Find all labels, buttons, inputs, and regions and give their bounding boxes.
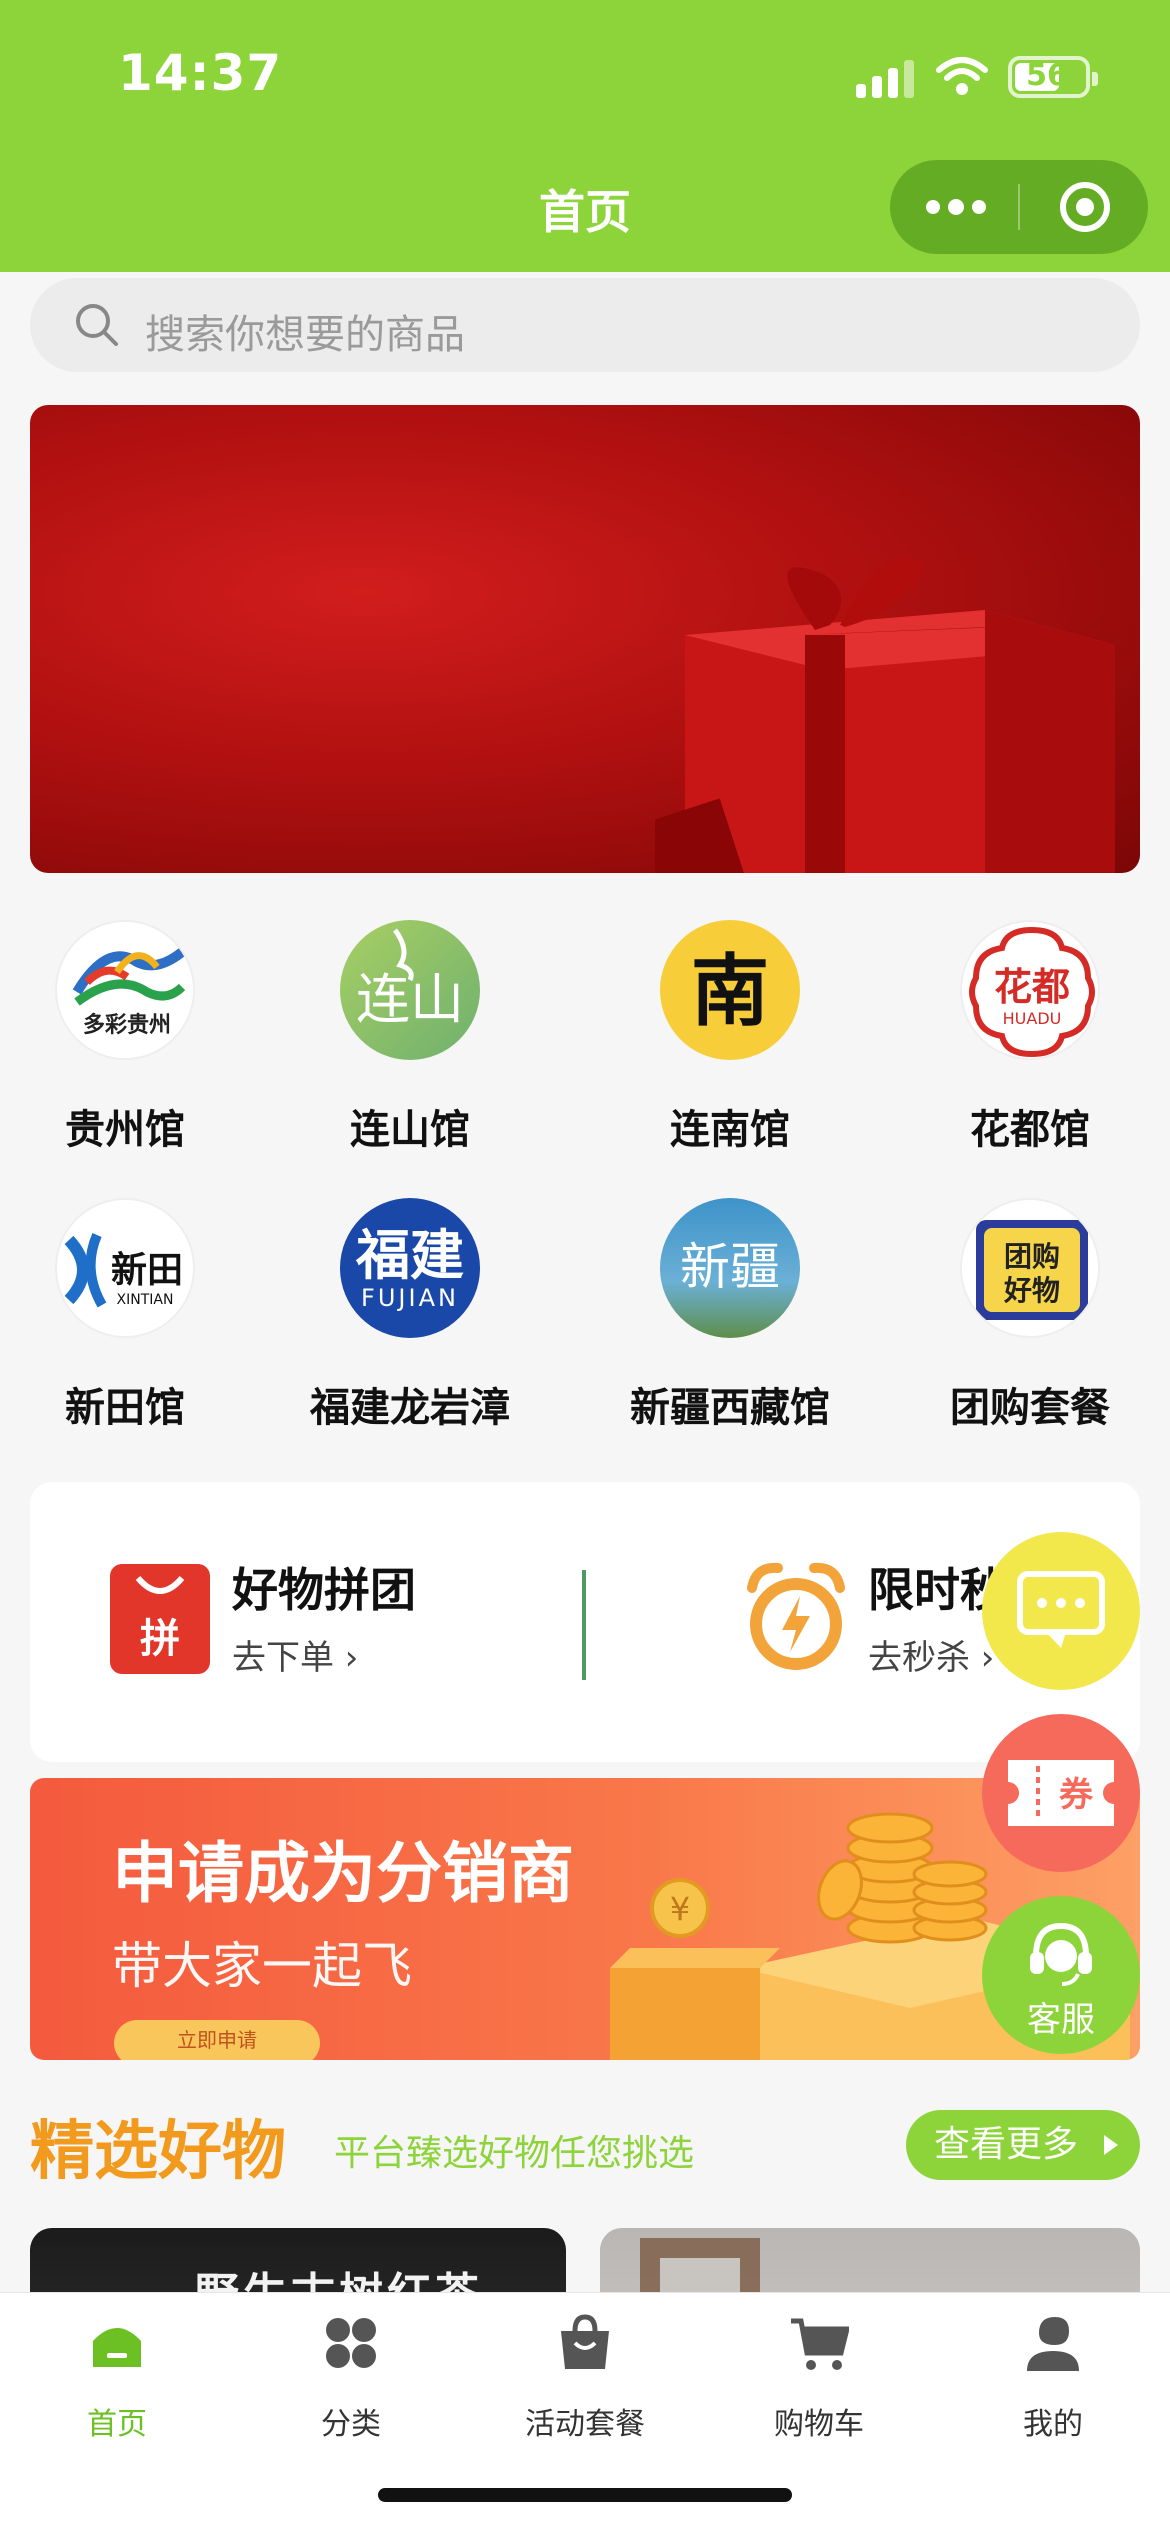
promo-banner[interactable] xyxy=(30,405,1140,873)
svg-text:HUADU: HUADU xyxy=(1003,1009,1062,1028)
battery-level: 56 xyxy=(1026,58,1068,93)
chat-button[interactable] xyxy=(982,1532,1140,1690)
alarm-clock-icon xyxy=(747,1562,845,1670)
group-buy-link[interactable]: 去下单 › xyxy=(232,1630,358,1679)
search-input[interactable]: 搜索你想要的商品 xyxy=(30,278,1140,372)
svg-text:好物: 好物 xyxy=(1003,1274,1060,1307)
category-label: 贵州馆 xyxy=(65,1107,185,1153)
status-time: 14:37 xyxy=(118,44,283,102)
tab-label: 首页 xyxy=(87,2407,147,2442)
play-arrow-icon xyxy=(1104,2135,1118,2155)
svg-text:XINTIAN: XINTIAN xyxy=(117,1292,174,1308)
tab-label: 分类 xyxy=(321,2407,381,2442)
fujian-logo-icon: 福建 FUJIAN xyxy=(340,1198,480,1338)
wifi-icon xyxy=(936,57,988,95)
svg-text:拼: 拼 xyxy=(140,1616,180,1662)
svg-text:连山: 连山 xyxy=(356,968,464,1031)
group-buy-icon: 拼 xyxy=(110,1564,210,1674)
close-mini-program-icon[interactable] xyxy=(1060,182,1110,232)
xintian-logo-icon: 新田 XINTIAN xyxy=(55,1198,195,1338)
battery-icon: 56 xyxy=(1008,56,1098,98)
svg-text:福建: 福建 xyxy=(355,1224,464,1287)
distributor-subtitle: 带大家一起飞 xyxy=(112,1937,412,1995)
svg-text:新疆: 新疆 xyxy=(680,1238,780,1296)
tab-label: 活动套餐 xyxy=(525,2407,645,2442)
section-subtitle: 平台臻选好物任您挑选 xyxy=(334,2133,695,2174)
flash-sale-link[interactable]: 去秒杀 › xyxy=(868,1630,994,1679)
customer-service-button[interactable]: 客服 xyxy=(982,1896,1140,2054)
lianshan-logo-icon: 连山 xyxy=(340,920,480,1060)
group-buy-logo-icon: 团购 好物 xyxy=(960,1198,1100,1338)
search-placeholder: 搜索你想要的商品 xyxy=(145,312,465,358)
svg-text:多彩贵州: 多彩贵州 xyxy=(83,1012,171,1038)
svg-text:新田: 新田 xyxy=(111,1250,183,1291)
category-icon xyxy=(326,2318,376,2368)
customer-service-label: 客服 xyxy=(1027,2000,1095,2040)
mini-program-capsule xyxy=(890,160,1148,254)
section-title: 精选好物 xyxy=(30,2115,286,2189)
distributor-title: 申请成为分销商 xyxy=(112,1835,574,1912)
liannan-logo-icon: 南 xyxy=(660,920,800,1060)
guizhou-logo-icon: 多彩贵州 xyxy=(55,920,195,1060)
xinjiang-logo-icon: 新疆 xyxy=(660,1198,800,1338)
svg-text:花都: 花都 xyxy=(994,965,1070,1009)
coupon-button[interactable]: 券 xyxy=(982,1714,1140,1872)
user-icon xyxy=(1027,2317,1079,2371)
category-label: 连南馆 xyxy=(670,1107,790,1153)
home-icon xyxy=(93,2328,141,2367)
divider xyxy=(582,1570,586,1680)
category-label: 福建龙岩漳 xyxy=(310,1385,510,1431)
svg-text:¥: ¥ xyxy=(670,1890,690,1928)
svg-text:券: 券 xyxy=(1059,1775,1094,1815)
cart-icon xyxy=(791,2318,849,2370)
search-icon xyxy=(76,304,118,346)
category-label: 花都馆 xyxy=(970,1107,1090,1153)
bag-icon xyxy=(561,2314,609,2369)
svg-text:南: 南 xyxy=(691,946,769,1037)
more-icon[interactable] xyxy=(926,194,986,220)
coupon-icon: 券 xyxy=(1008,1760,1114,1826)
category-label: 连山馆 xyxy=(350,1107,470,1153)
gift-box-image xyxy=(655,557,1115,873)
svg-text:FUJIAN: FUJIAN xyxy=(361,1284,459,1312)
group-buy-title[interactable]: 好物拼团 xyxy=(232,1554,416,1620)
distributor-banner[interactable]: ¥ 申请成为分销商 带大家一起飞 立即申请 xyxy=(30,1778,1140,2060)
home-indicator[interactable] xyxy=(378,2488,792,2502)
tab-label: 我的 xyxy=(1023,2407,1083,2442)
tab-label: 购物车 xyxy=(774,2407,864,2442)
huadu-logo-icon: 花都 HUADU xyxy=(960,920,1100,1060)
svg-text:团购: 团购 xyxy=(1004,1240,1060,1273)
category-label: 新疆西藏馆 xyxy=(630,1385,830,1431)
category-label: 新田馆 xyxy=(65,1385,185,1431)
view-more-button[interactable]: 查看更多 xyxy=(906,2110,1140,2180)
apply-now-button[interactable]: 立即申请 xyxy=(114,2020,320,2060)
chat-icon xyxy=(1017,1571,1105,1648)
category-label: 团购套餐 xyxy=(950,1385,1110,1431)
view-more-label: 查看更多 xyxy=(934,2124,1079,2165)
headset-icon xyxy=(1030,1922,1092,1986)
promo-card: 拼 好物拼团 去下单 › 限时秒 去秒杀 › xyxy=(30,1482,1140,1762)
cellular-signal-icon xyxy=(856,60,914,98)
